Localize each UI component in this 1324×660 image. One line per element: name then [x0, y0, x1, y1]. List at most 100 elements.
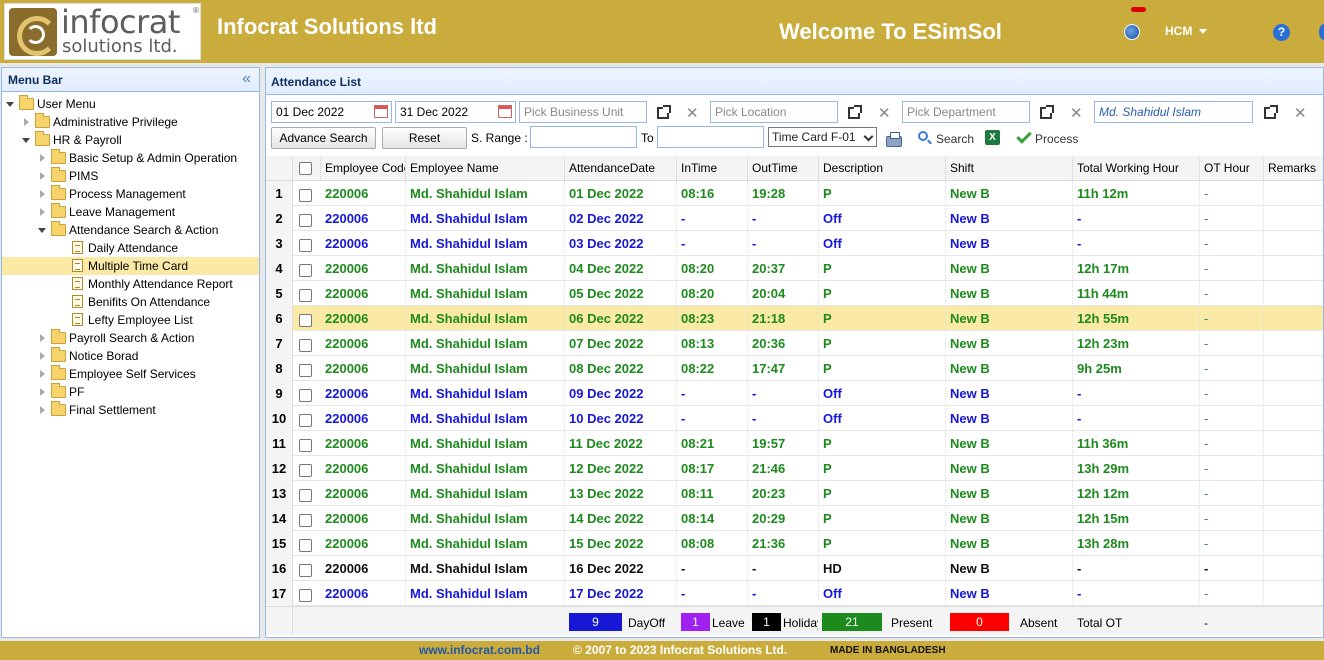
chevron-right-icon[interactable] — [40, 172, 45, 180]
website-link[interactable]: www.infocrat.com.bd — [419, 643, 540, 657]
location-picker[interactable]: Pick Location — [710, 101, 838, 123]
company-logo[interactable]: infocrat solutions ltd. ® — [4, 3, 201, 60]
col-employee-code[interactable]: Employee Code — [321, 156, 406, 181]
row-checkbox[interactable] — [299, 564, 312, 577]
table-row[interactable]: 3 220006 Md. Shahidul Islam 03 Dec 2022- - Of… — [266, 231, 1323, 256]
sidebar-item[interactable]: Multiple Time Card — [2, 257, 259, 275]
sidebar-item[interactable]: Basic Setup & Admin Operation — [2, 149, 259, 167]
sidebar-item[interactable]: Lefty Employee List — [2, 311, 259, 329]
sidebar-item[interactable]: Benifits On Attendance — [2, 293, 259, 311]
date-from-field[interactable]: 01 Dec 2022 — [271, 101, 392, 123]
time-card-select[interactable]: Time Card F-01 — [768, 127, 877, 147]
sidebar-item[interactable]: HR & Payroll — [2, 131, 259, 149]
col-out-time[interactable]: OutTime — [748, 156, 819, 181]
chevron-right-icon[interactable] — [40, 334, 45, 342]
chevron-down-icon[interactable] — [38, 228, 46, 233]
help-icon[interactable]: ? — [1273, 24, 1290, 41]
sidebar-item[interactable]: User Menu — [2, 95, 259, 113]
sidebar-item[interactable]: Leave Management — [2, 203, 259, 221]
s-range-to-input[interactable] — [657, 126, 764, 148]
select-all-checkbox[interactable] — [299, 162, 312, 175]
col-shift[interactable]: Shift — [946, 156, 1073, 181]
sidebar-item[interactable]: PF — [2, 383, 259, 401]
table-row[interactable]: 5 220006 Md. Shahidul Islam 05 Dec 2022 08:2… — [266, 281, 1323, 306]
close-icon[interactable]: ✕ — [878, 104, 891, 122]
search-icon[interactable] — [918, 131, 928, 141]
table-row[interactable]: 10 220006 Md. Shahidul Islam 10 Dec 2022- - O… — [266, 406, 1323, 431]
date-to-field[interactable]: 31 Dec 2022 — [395, 101, 516, 123]
chevron-down-icon[interactable] — [22, 138, 30, 143]
row-checkbox[interactable] — [299, 489, 312, 502]
settings-icon[interactable] — [1319, 24, 1324, 40]
col-ot-hour[interactable]: OT Hour — [1200, 156, 1264, 181]
table-row[interactable]: 17 220006 Md. Shahidul Islam 17 Dec 2022- - O… — [266, 581, 1323, 606]
chevron-right-icon[interactable] — [40, 154, 45, 162]
sidebar-item[interactable]: Monthly Attendance Report — [2, 275, 259, 293]
sidebar-item[interactable]: Final Settlement — [2, 401, 259, 419]
row-checkbox[interactable] — [299, 289, 312, 302]
table-row[interactable]: 4 220006 Md. Shahidul Islam 04 Dec 2022 08:2… — [266, 256, 1323, 281]
external-link-icon[interactable] — [1264, 105, 1278, 119]
table-row[interactable]: 6 220006 Md. Shahidul Islam 06 Dec 2022 08:2… — [266, 306, 1323, 331]
user-menu[interactable]: HCM — [1165, 24, 1208, 38]
chevron-down-icon[interactable] — [6, 102, 14, 107]
department-picker[interactable]: Pick Department — [902, 101, 1030, 123]
chevron-right-icon[interactable] — [40, 406, 45, 414]
row-checkbox[interactable] — [299, 514, 312, 527]
table-row[interactable]: 15 220006 Md. Shahidul Islam 15 Dec 2022 08:… — [266, 531, 1323, 556]
row-checkbox[interactable] — [299, 214, 312, 227]
table-row[interactable]: 12 220006 Md. Shahidul Islam 12 Dec 2022 08:… — [266, 456, 1323, 481]
sidebar-item[interactable]: Attendance Search & Action — [2, 221, 259, 239]
external-link-icon[interactable] — [848, 105, 862, 119]
row-checkbox[interactable] — [299, 239, 312, 252]
row-checkbox[interactable] — [299, 264, 312, 277]
excel-export-icon[interactable]: X — [985, 130, 1000, 145]
close-icon[interactable]: ✕ — [1070, 104, 1083, 122]
sidebar-item[interactable]: PIMS — [2, 167, 259, 185]
row-checkbox[interactable] — [299, 414, 312, 427]
checkmark-icon[interactable] — [1016, 128, 1032, 144]
row-checkbox[interactable] — [299, 439, 312, 452]
table-row[interactable]: 9 220006 Md. Shahidul Islam 09 Dec 2022- - Of… — [266, 381, 1323, 406]
table-row[interactable]: 16 220006 Md. Shahidul Islam 16 Dec 2022- - H… — [266, 556, 1323, 581]
row-checkbox[interactable] — [299, 314, 312, 327]
chevron-right-icon[interactable] — [40, 190, 45, 198]
row-checkbox[interactable] — [299, 539, 312, 552]
collapse-icon[interactable]: « — [242, 70, 251, 88]
chevron-right-icon[interactable] — [40, 370, 45, 378]
business-unit-picker[interactable]: Pick Business Unit — [519, 101, 647, 123]
print-icon[interactable] — [886, 132, 902, 147]
table-row[interactable]: 2 220006 Md. Shahidul Islam 02 Dec 2022- - Of… — [266, 206, 1323, 231]
external-link-icon[interactable] — [1040, 105, 1054, 119]
row-checkbox[interactable] — [299, 589, 312, 602]
table-row[interactable]: 13 220006 Md. Shahidul Islam 13 Dec 2022 08:… — [266, 481, 1323, 506]
close-icon[interactable]: ✕ — [686, 104, 699, 122]
advance-search-button[interactable]: Advance Search — [271, 127, 376, 149]
sidebar-item[interactable]: Notice Borad — [2, 347, 259, 365]
col-in-time[interactable]: InTime — [677, 156, 748, 181]
sidebar-item[interactable]: Administrative Privilege — [2, 113, 259, 131]
col-attendance-date[interactable]: AttendanceDate — [565, 156, 677, 181]
row-checkbox[interactable] — [299, 339, 312, 352]
table-row[interactable]: 14 220006 Md. Shahidul Islam 14 Dec 2022 08:… — [266, 506, 1323, 531]
external-link-icon[interactable] — [657, 105, 671, 119]
reset-button[interactable]: Reset — [382, 127, 467, 149]
table-row[interactable]: 1 220006 Md. Shahidul Islam 01 Dec 2022 08:1… — [266, 181, 1323, 206]
search-button[interactable]: Search — [936, 132, 974, 146]
employee-picker[interactable]: Md. Shahidul Islam — [1094, 101, 1253, 123]
sidebar-item[interactable]: Daily Attendance — [2, 239, 259, 257]
col-total-working-hour[interactable]: Total Working Hour — [1073, 156, 1200, 181]
table-row[interactable]: 8 220006 Md. Shahidul Islam 08 Dec 2022 08:2… — [266, 356, 1323, 381]
sidebar-item[interactable]: Process Management — [2, 185, 259, 203]
sidebar-item[interactable]: Payroll Search & Action — [2, 329, 259, 347]
calendar-icon[interactable] — [498, 105, 512, 118]
row-checkbox[interactable] — [299, 189, 312, 202]
chevron-right-icon[interactable] — [40, 352, 45, 360]
row-checkbox[interactable] — [299, 389, 312, 402]
globe-icon[interactable] — [1124, 24, 1140, 40]
sidebar-item[interactable]: Employee Self Services — [2, 365, 259, 383]
row-checkbox[interactable] — [299, 364, 312, 377]
col-remarks[interactable]: Remarks — [1264, 156, 1323, 181]
table-row[interactable]: 11 220006 Md. Shahidul Islam 11 Dec 2022 08:… — [266, 431, 1323, 456]
s-range-from-input[interactable] — [530, 126, 637, 148]
